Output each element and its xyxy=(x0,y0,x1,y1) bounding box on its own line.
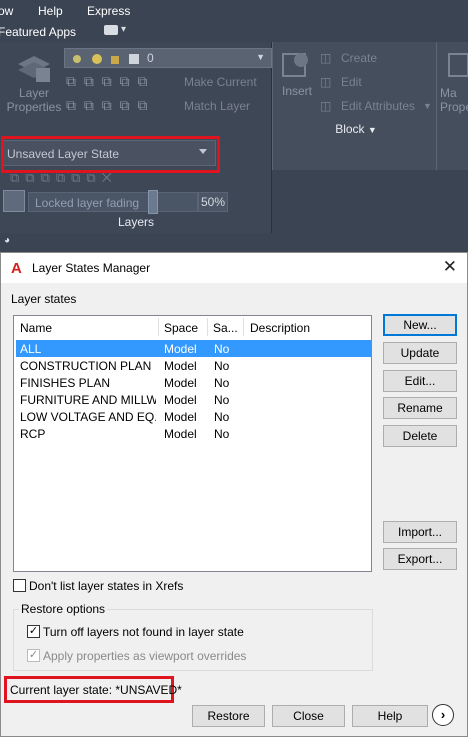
export-button[interactable]: Export... xyxy=(383,548,457,570)
expand-arrow-icon[interactable]: › xyxy=(432,704,454,726)
fading-percent[interactable]: 50% xyxy=(198,192,228,212)
edit-block-icon[interactable]: ◫ xyxy=(320,75,331,89)
layer-tools-row-3[interactable]: ⧉⧉⧉⧉⧉⧉✕ xyxy=(10,170,118,186)
layer-states-list[interactable]: Name Space Sa... Description ALL Model No C… xyxy=(13,315,372,572)
layers-panel-title[interactable]: Layers xyxy=(0,215,272,233)
cell-saved: No xyxy=(214,427,230,441)
menu-express[interactable]: Express xyxy=(87,4,130,18)
col-name[interactable]: Name xyxy=(20,321,52,335)
current-layer-state: Current layer state: *UNSAVED* xyxy=(10,683,182,697)
dialog-title: Layer States Manager xyxy=(32,261,151,275)
col-saved[interactable]: Sa... xyxy=(213,321,238,335)
match-layer-button[interactable]: Match Layer xyxy=(184,99,250,113)
cell-saved: No xyxy=(214,359,230,373)
restore-options-label: Restore options xyxy=(19,602,108,616)
layer-states-manager-dialog: A Layer States Manager ✕ Layer states Na… xyxy=(0,252,468,737)
insert-button[interactable]: Insert xyxy=(276,84,318,98)
highlight-box xyxy=(1,136,220,173)
layer-status-icons xyxy=(73,54,139,64)
tab-row: Featured Apps ▾ xyxy=(0,22,468,42)
chevron-down-icon: ▼ xyxy=(367,125,377,135)
table-row[interactable]: LOW VOLTAGE AND EQ... Model No xyxy=(16,408,371,425)
panel-footer: ◕ xyxy=(0,233,272,252)
cell-space: Model xyxy=(164,342,197,356)
cell-space: Model xyxy=(164,359,197,373)
menu-help[interactable]: Help xyxy=(38,4,63,18)
turn-off-layers-checkbox[interactable]: ✓ xyxy=(27,625,40,638)
restore-button[interactable]: Restore xyxy=(192,705,265,727)
fading-slider-thumb[interactable] xyxy=(148,190,158,214)
cell-name: RCP xyxy=(20,427,46,441)
cell-space: Model xyxy=(164,410,197,424)
drawing-area xyxy=(272,170,468,252)
cell-saved: No xyxy=(214,410,230,424)
create-button[interactable]: Create xyxy=(341,51,377,65)
cell-space: Model xyxy=(164,393,197,407)
table-row[interactable]: RCP Model No xyxy=(16,425,371,442)
autocad-ribbon: ow Help Express Featured Apps ▾ Layer Pr… xyxy=(0,0,468,252)
edit-button[interactable]: Edit... xyxy=(383,370,457,392)
chevron-down-icon[interactable]: ▾ xyxy=(121,24,126,35)
panel-separator xyxy=(272,42,273,170)
edit-attributes-button[interactable]: Edit Attributes xyxy=(341,99,415,113)
cell-saved: No xyxy=(214,342,230,356)
cell-name: CONSTRUCTION PLAN xyxy=(20,359,152,373)
rename-button[interactable]: Rename xyxy=(383,397,457,419)
table-row[interactable]: FINISHES PLAN Model No xyxy=(16,374,371,391)
layer-dropdown[interactable]: 0 ▼ xyxy=(64,48,272,68)
cell-name: ALL xyxy=(20,342,42,356)
new-button[interactable]: New... xyxy=(383,314,457,336)
menu-bar: ow Help Express xyxy=(0,0,468,22)
cell-space: Model xyxy=(164,376,197,390)
cell-saved: No xyxy=(214,393,230,407)
dont-list-xrefs-label[interactable]: Don't list layer states in Xrefs xyxy=(29,579,183,593)
import-button[interactable]: Import... xyxy=(383,521,457,543)
col-description[interactable]: Description xyxy=(250,321,310,335)
layer-properties-icon[interactable] xyxy=(16,50,52,84)
close-button[interactable]: Close xyxy=(272,705,345,727)
layer-properties-label[interactable]: Layer Properties xyxy=(4,86,64,114)
block-panel-title[interactable]: Block ▼ xyxy=(276,122,436,136)
turn-off-layers-label[interactable]: Turn off layers not found in layer state xyxy=(43,625,244,639)
pin-icon[interactable]: ◕ xyxy=(4,235,10,246)
menu-window[interactable]: ow xyxy=(0,4,13,18)
update-button[interactable]: Update xyxy=(383,342,457,364)
edit-attributes-icon[interactable]: ◫ xyxy=(320,99,331,113)
dialog-titlebar: A Layer States Manager ✕ xyxy=(1,253,467,283)
table-row[interactable]: ALL Model No xyxy=(16,340,371,357)
layer-tools-row-2[interactable]: ⧉ ⧉ ⧉ ⧉ ⧉ xyxy=(66,97,150,114)
table-row[interactable]: CONSTRUCTION PLAN Model No xyxy=(16,357,371,374)
locked-fading-slider[interactable]: Locked layer fading xyxy=(28,192,198,212)
help-button[interactable]: Help xyxy=(352,705,428,727)
locked-fading-toggle[interactable] xyxy=(3,190,25,212)
autocad-logo-icon: A xyxy=(11,260,22,277)
list-header: Name Space Sa... Description xyxy=(14,316,371,338)
table-row[interactable]: FURNITURE AND MILLW... Model No xyxy=(16,391,371,408)
col-space[interactable]: Space xyxy=(164,321,198,335)
make-current-button[interactable]: Make Current xyxy=(184,75,257,89)
dont-list-xrefs-checkbox[interactable] xyxy=(13,579,26,592)
apply-viewport-label[interactable]: Apply properties as viewport overrides xyxy=(43,649,246,663)
layer-tools-row-1[interactable]: ⧉ ⧉ ⧉ ⧉ ⧉ xyxy=(66,73,150,90)
create-block-icon[interactable]: ◫ xyxy=(320,51,331,65)
cell-name: FURNITURE AND MILLW... xyxy=(20,393,156,407)
panel-separator xyxy=(436,42,437,170)
chevron-down-icon[interactable]: ▼ xyxy=(423,99,432,113)
chevron-down-icon[interactable]: ▼ xyxy=(256,52,265,62)
cell-name: FINISHES PLAN xyxy=(20,376,111,390)
layer-name: 0 xyxy=(147,51,154,65)
edit-button[interactable]: Edit xyxy=(341,75,362,89)
insert-block-icon[interactable] xyxy=(281,48,313,80)
tab-featured-apps[interactable]: Featured Apps xyxy=(0,25,76,39)
manage-icon[interactable] xyxy=(445,50,468,80)
properties-partial-label[interactable]: Ma Prope xyxy=(440,86,468,114)
cell-name: LOW VOLTAGE AND EQ... xyxy=(20,410,156,424)
apply-viewport-checkbox[interactable]: ✓ xyxy=(27,649,40,662)
close-icon[interactable]: ✕ xyxy=(443,257,457,277)
camera-icon[interactable] xyxy=(104,25,118,35)
layer-states-label: Layer states xyxy=(11,292,77,306)
cell-space: Model xyxy=(164,427,197,441)
cell-saved: No xyxy=(214,376,230,390)
delete-button[interactable]: Delete xyxy=(383,425,457,447)
